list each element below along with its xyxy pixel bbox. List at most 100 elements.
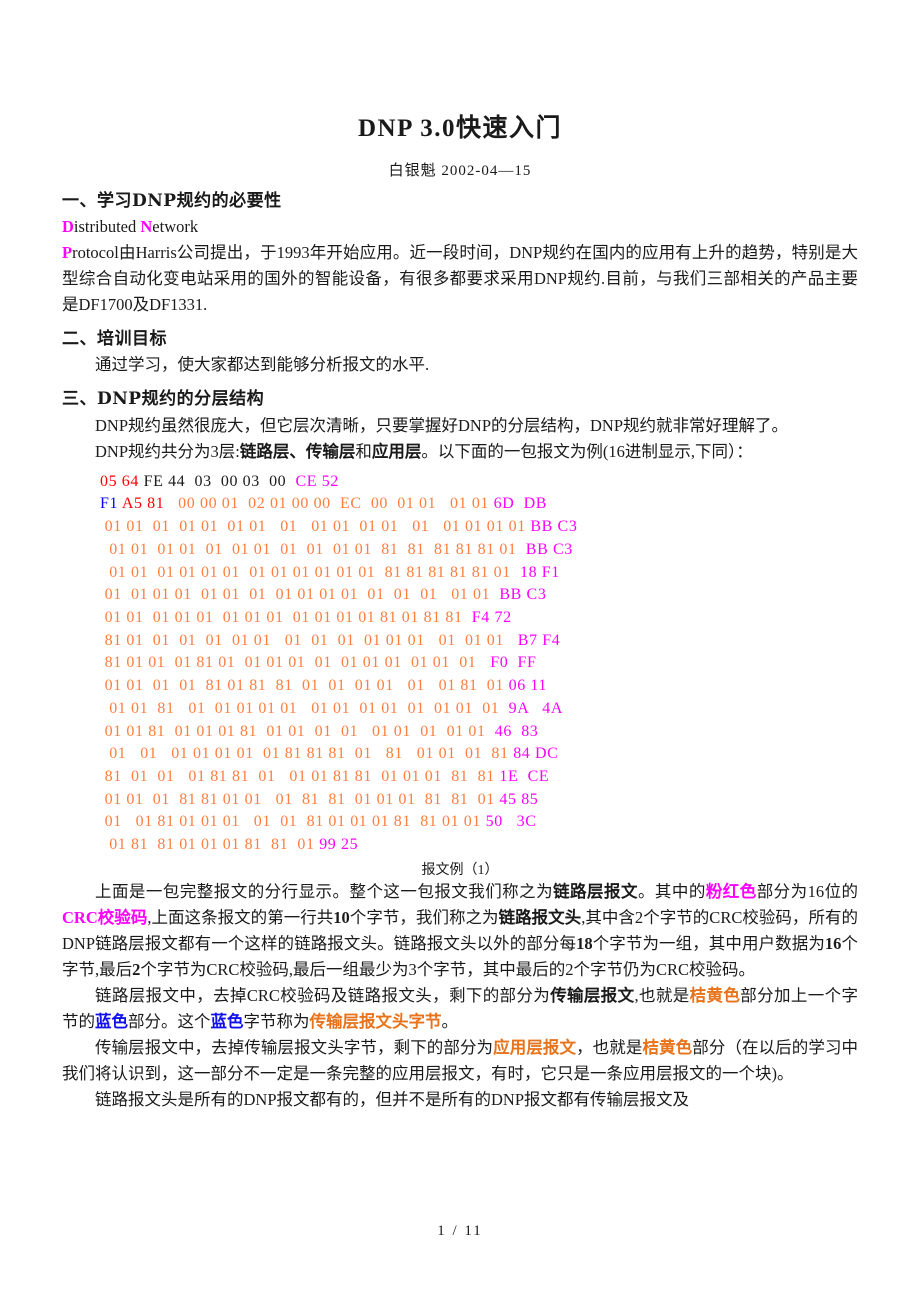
- text-run: 。: [441, 1012, 459, 1032]
- text-run: 链路层报文中，去掉CRC校验码及链路报文头，剩下的部分为: [95, 986, 551, 1006]
- hex-bytes-orange: 01 01 01 01 01 01 01 01 01 01 01 81 81 8…: [100, 540, 522, 558]
- magenta-term: D: [62, 216, 74, 236]
- document-page: DNP 3.0快速入门 白银魁 2002-04—15 一、学习DNP规约的必要性…: [0, 0, 920, 1302]
- text-run: 个字节为一组，其中用户数据为: [592, 934, 825, 954]
- hex-bytes-magenta: 84 DC: [513, 745, 559, 763]
- hex-bytes-orange: 01 01 01 01 01 01 01 01 01 01 01 01 01 0…: [100, 586, 495, 604]
- text-run: etwork: [152, 216, 199, 236]
- emphasis-run: 应用层: [371, 441, 422, 461]
- hex-bytes-orange: 00 00 01 02 01 00 00 EC 00 01 01 01 01: [168, 495, 494, 513]
- hex-bytes-magenta: 46 83: [490, 722, 539, 740]
- hex-bytes-magenta: 45 85: [499, 790, 539, 808]
- text-run: 。以下面的一包报文为例(16进制显示,下同）：: [421, 441, 753, 461]
- text-run: ，也就是: [576, 1038, 643, 1058]
- hex-bytes-orange: 01 81 81 01 01 01 81 81 01: [100, 836, 320, 854]
- body-paragraph: Distributed Network: [62, 214, 858, 240]
- explanation-paragraph: 链路层报文中，去掉CRC校验码及链路报文头，剩下的部分为传输层报文,也就是桔黄色…: [62, 983, 858, 1035]
- hex-dump-line: F1 A5 81 00 00 01 02 01 00 00 EC 00 01 0…: [100, 493, 858, 516]
- hex-bytes-orange: 01 01 01 01 01 01 01 01 01 01 01 01 81 8…: [100, 563, 516, 581]
- hex-bytes-orange: 01 01 01 81 81 01 01 01 81 81 01 01 01 8…: [100, 790, 500, 808]
- document-sections: 一、学习DNP规约的必要性 Distributed Network Protoco…: [62, 191, 858, 465]
- text-run: rotocol由Harris公司提出，于1993年开始应用。近一段时间，DNP规…: [62, 242, 858, 314]
- orange-term: 传输层报文头字节: [309, 1012, 442, 1032]
- hex-dump-line: 01 81 81 01 01 01 81 81 01 99 25: [100, 834, 858, 857]
- hex-dump-block: 05 64 FE 44 03 00 03 00 CE 52 F1 A5 81 00…: [62, 471, 858, 857]
- explanation-paragraph: 上面是一包完整报文的分行显示。整个这一包报文我们称之为链路层报文。其中的粉红色部…: [62, 879, 858, 983]
- hex-dump-line: 01 01 01 01 01 01 01 01 01 01 01 01 01 0…: [100, 516, 858, 539]
- hex-bytes-red: 05 64: [100, 472, 144, 490]
- emphasis-run: 链路层报文: [553, 881, 638, 901]
- hex-dump-line: 01 01 01 01 01 01 01 01 01 01 01 81 81 8…: [100, 539, 858, 562]
- page-title: DNP 3.0快速入门: [357, 115, 562, 142]
- hex-dump-line: 81 01 01 01 81 01 01 01 01 01 01 01 01 0…: [100, 652, 858, 675]
- hex-bytes-orange: 01 01 01 01 01 01 01 81 81 81 01 81 01 0…: [100, 745, 514, 763]
- hex-bytes-magenta: B7 F4: [508, 631, 561, 649]
- text-run: 个字节为CRC校验码,最后一组最少为3个字节，其中最后的2个字节仍为CRC校验码…: [140, 960, 756, 980]
- hex-bytes-magenta: 1E CE: [499, 768, 550, 786]
- text-run: ,也就是: [634, 986, 690, 1006]
- body-paragraph: DNP规约虽然很庞大，但它层次清晰，只要掌握好DNP的分层结构，DNP规约就非常…: [62, 413, 858, 439]
- hex-bytes-black: FE 44 03 00 03 00: [143, 472, 291, 490]
- hex-bytes-magenta: 6D DB: [493, 495, 548, 513]
- hex-dump-caption: 报文例（1）: [421, 862, 499, 878]
- hex-dump-line: 81 01 01 01 01 01 01 01 01 01 01 01 01 0…: [100, 630, 858, 653]
- hex-bytes-orange: 81 01 01 01 81 81 01 01 01 81 81 01 01 0…: [100, 768, 500, 786]
- explanation-paragraph: 传输层报文中，去掉传输层报文头字节，剩下的部分为应用层报文，也就是桔黄色部分（在…: [62, 1035, 858, 1087]
- text-run: 。其中的: [637, 881, 706, 901]
- emphasis-run: 链路报文头: [498, 907, 582, 927]
- hex-bytes-magenta: 18 F1: [515, 563, 560, 581]
- orange-term: 桔黄色: [642, 1038, 693, 1058]
- text-run: 个字节，我们称之为: [349, 907, 499, 927]
- text-run: 上面是一包完整报文的分行显示。整个这一包报文我们称之为: [95, 881, 554, 901]
- hex-dump-line: 05 64 FE 44 03 00 03 00 CE 52: [100, 471, 858, 494]
- hex-bytes-magenta: BB C3: [521, 540, 573, 558]
- hex-bytes-magenta: 9A 4A: [508, 699, 564, 717]
- body-paragraph: DNP规约共分为3层:链路层、传输层和应用层。以下面的一包报文为例(16进制显示…: [62, 439, 858, 465]
- hex-bytes-orange: 01 01 01 01 81 01 81 81 01 01 01 01 01 0…: [100, 677, 509, 695]
- hex-bytes-orange: 81 01 01 01 81 01 01 01 01 01 01 01 01 0…: [100, 654, 486, 672]
- emphasis-run: 传输层报文: [550, 986, 635, 1006]
- emphasis-run: 10: [333, 907, 350, 927]
- section-heading: 二、培训目标: [62, 329, 167, 349]
- hex-dump-line: 01 01 81 01 01 01 01 01 01 01 01 01 01 0…: [100, 698, 858, 721]
- orange-term: 应用层报文: [493, 1038, 577, 1058]
- hex-dump-line: 01 01 01 01 01 01 01 81 81 81 01 81 01 0…: [100, 743, 858, 766]
- hex-dump-line: 01 01 01 81 81 01 01 01 81 81 01 01 01 8…: [100, 789, 858, 812]
- hex-dump-line: 81 01 01 01 81 81 01 01 01 81 81 01 01 0…: [100, 766, 858, 789]
- body-paragraph: 通过学习，使大家都达到能够分析报文的水平.: [62, 352, 858, 378]
- hex-bytes-orange: 01 01 01 01 01 01 01 01 01 01 01 01 81 0…: [100, 609, 468, 626]
- hex-dump-line: 01 01 01 01 01 01 01 01 01 01 01 01 81 0…: [100, 607, 858, 630]
- hex-bytes-orange: 01 01 81 01 01 01 01 01 81 01 01 01 81 8…: [100, 813, 486, 831]
- text-run: 通过学习，使大家都达到能够分析报文的水平.: [95, 355, 430, 375]
- text-run: istributed: [73, 216, 141, 236]
- hex-bytes-magenta: CE 52: [290, 472, 339, 490]
- hex-bytes-orange: 01 01 81 01 01 01 81 01 01 01 01 01 01 0…: [100, 722, 491, 740]
- section-heading: 三、DNP规约的分层结构: [62, 389, 265, 410]
- hex-dump-line: 01 01 81 01 01 01 81 01 01 01 01 01 01 0…: [100, 721, 858, 744]
- text-run: DNP规约共分为3层:: [95, 441, 240, 461]
- magenta-term: P: [62, 242, 73, 262]
- text-run: 字节称为: [243, 1012, 310, 1032]
- hex-bytes-magenta: 99 25: [319, 836, 359, 854]
- hex-dump-line: 01 01 01 01 81 01 81 81 01 01 01 01 01 0…: [100, 675, 858, 698]
- body-paragraph: Protocol由Harris公司提出，于1993年开始应用。近一段时间，DNP…: [62, 240, 858, 318]
- page-footer: 1 / 11: [437, 1223, 483, 1239]
- explanation-paragraphs: 上面是一包完整报文的分行显示。整个这一包报文我们称之为链路层报文。其中的粉红色部…: [62, 879, 858, 1114]
- hex-dump-line: 01 01 01 01 01 01 01 01 01 01 01 01 01 0…: [100, 584, 858, 607]
- magenta-term: 粉红色: [705, 881, 757, 901]
- text-run: 部分。这个: [128, 1012, 211, 1032]
- document-byline: 白银魁 2002-04—15: [388, 162, 532, 179]
- magenta-term: N: [140, 216, 153, 236]
- hex-bytes-magenta: 50 3C: [485, 813, 537, 831]
- hex-bytes-magenta: 06 11: [508, 677, 548, 695]
- emphasis-run: 链路层、传输层: [239, 441, 356, 461]
- emphasis-run: 16: [824, 934, 842, 954]
- hex-bytes-orange: 01 01 01 01 01 01 01 01 01 01 01 01 01 0…: [100, 518, 531, 536]
- hex-dump-line: 01 01 81 01 01 01 01 01 81 01 01 01 81 8…: [100, 811, 858, 834]
- hex-bytes-orange: 01 01 81 01 01 01 01 01 01 01 01 01 01 0…: [100, 699, 509, 717]
- blue-term: 蓝色: [95, 1012, 128, 1032]
- text-run: 链路报文头是所有的DNP报文都有的，但并不是所有的DNP报文都有传输层报文及: [95, 1090, 690, 1110]
- text-run: 传输层报文中，去掉传输层报文头字节，剩下的部分为: [95, 1038, 494, 1058]
- hex-bytes-orange: 81 01 01 01 01 01 01 01 01 01 01 01 01 0…: [100, 631, 509, 649]
- hex-bytes-magenta: F4 72: [467, 609, 512, 626]
